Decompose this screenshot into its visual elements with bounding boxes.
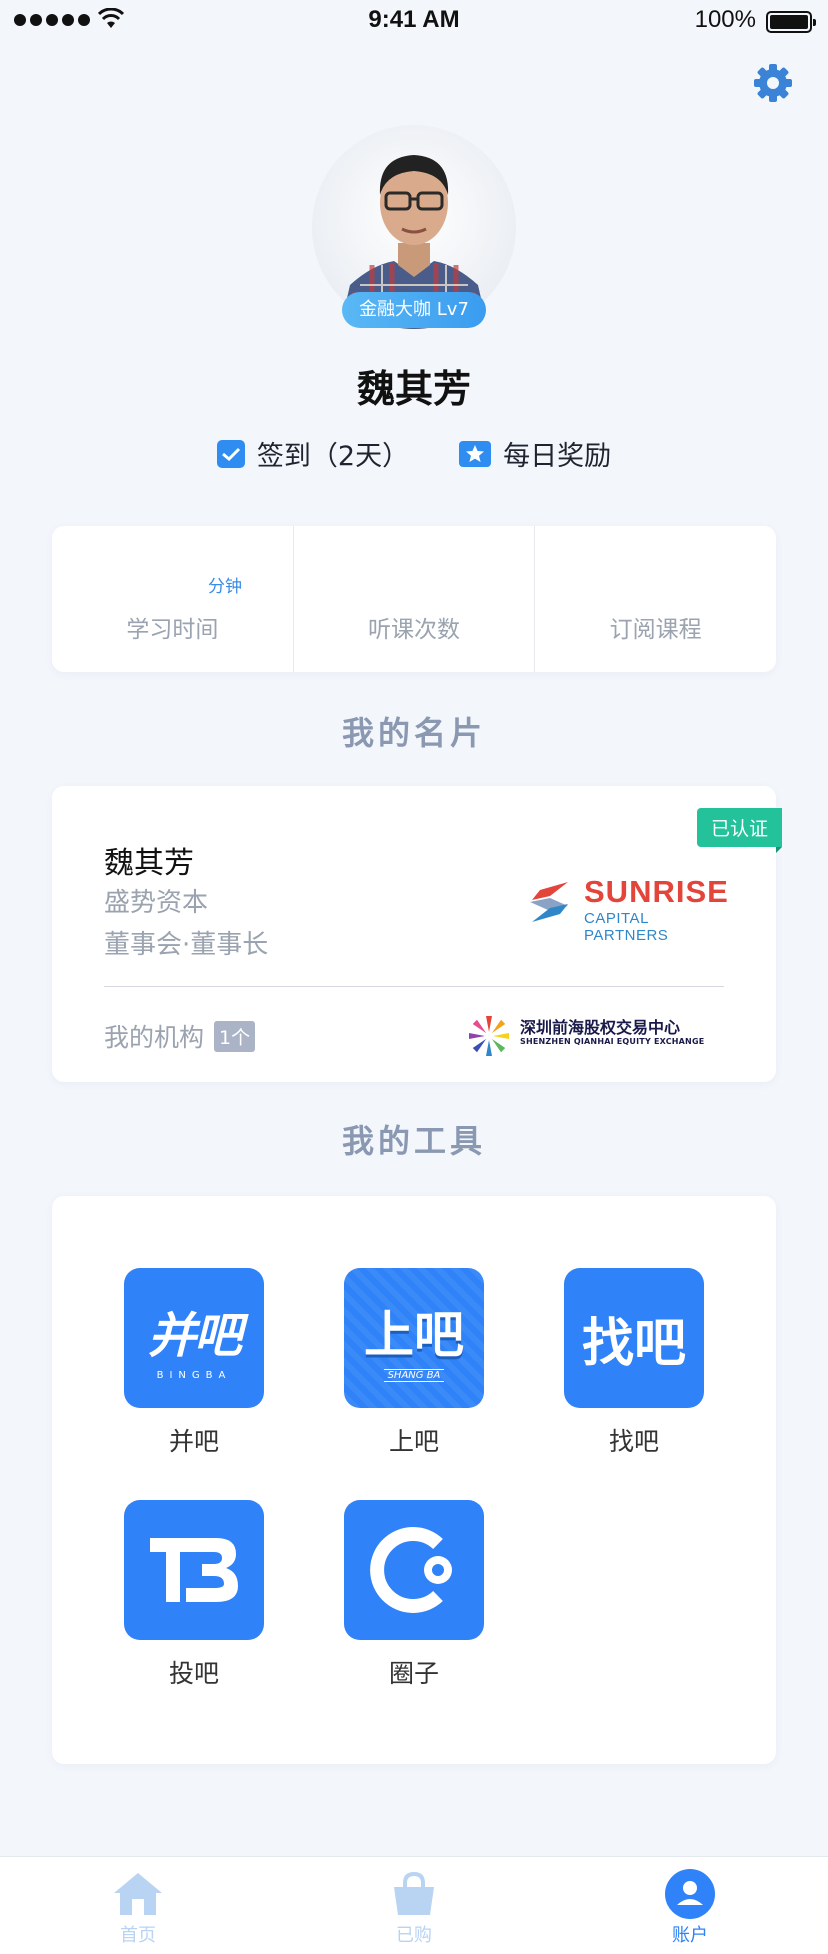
org-name-en: SHENZHEN QIANHAI EQUITY EXCHANGE (520, 1037, 705, 1046)
quanzi-logo-icon (370, 1527, 452, 1613)
battery-percent: 100% (694, 6, 756, 33)
stat-lesson-count[interactable]: 听课次数 (294, 526, 536, 672)
sunrise-logo-icon (530, 882, 568, 922)
quanzi-icon (344, 1500, 484, 1640)
org-logo: 深圳前海股权交易中心 SHENZHEN QIANHAI EQUITY EXCHA… (466, 1014, 728, 1058)
profile-actions: 签到（2天） 每日奖励 (0, 434, 828, 473)
tool-label: 圈子 (388, 1659, 439, 1688)
shangba-icon-text: 上吧 (364, 1305, 464, 1364)
zhaoba-icon: 找吧 (564, 1268, 704, 1408)
stat-study-time[interactable]: 分钟 学习时间 (52, 526, 294, 672)
tab-account[interactable]: 账户 (552, 1857, 828, 1954)
org-name: 深圳前海股权交易中心 (520, 1018, 681, 1037)
tool-bingba[interactable]: 并吧 BINGBA 并吧 (124, 1268, 264, 1458)
verified-badge: 已认证 (696, 808, 783, 853)
tab-purchased[interactable]: 已购 (276, 1857, 552, 1954)
stats-card: 分钟 学习时间 听课次数 订阅课程 (52, 526, 776, 672)
tool-zhaoba[interactable]: 找吧 找吧 (564, 1268, 704, 1458)
card-job-title: 董事会·董事长 (104, 930, 269, 960)
bingba-icon-text: 并吧 (147, 1307, 242, 1364)
tools-card: 并吧 BINGBA 并吧 上吧 SHANG BA 上吧 找吧 找吧 投吧 圈子 (52, 1196, 776, 1764)
tab-label: 首页 (120, 1925, 156, 1946)
checkin-button[interactable]: 签到（2天） (216, 434, 410, 473)
tool-label: 上吧 (388, 1427, 439, 1456)
home-icon (112, 1869, 164, 1919)
tool-label: 找吧 (608, 1427, 659, 1456)
card-company: 盛势资本 (104, 888, 209, 918)
stat-unit: 分钟 (208, 577, 242, 597)
org-count-badge: 1个 (214, 1020, 256, 1052)
logo-sub-text: CAPITAL PARTNERS (584, 910, 669, 944)
stat-label: 学习时间 (126, 617, 219, 643)
stat-label: 听课次数 (368, 617, 460, 643)
shangba-icon-sub: SHANG BA (383, 1368, 445, 1382)
tool-quanzi[interactable]: 圈子 (344, 1500, 484, 1690)
business-card[interactable]: 已认证 魏其芳 盛势资本 董事会·董事长 SUNRISE CAPITAL PAR… (52, 786, 783, 1082)
bingba-icon-sub: BINGBA (156, 1369, 232, 1381)
status-bar: 9:41 AM 100% (0, 0, 828, 44)
bingba-icon: 并吧 BINGBA (124, 1268, 264, 1408)
section-title-tools: 我的工具 (341, 1122, 486, 1160)
shangba-icon: 上吧 SHANG BA (344, 1268, 484, 1408)
divider (104, 986, 724, 987)
gear-icon[interactable] (752, 62, 794, 104)
my-org-row[interactable]: 我的机构 1个 (104, 1018, 256, 1054)
tab-home[interactable]: 首页 (0, 1857, 276, 1954)
level-badge: 金融大咖 Lv7 (342, 292, 486, 328)
zhaoba-icon-text: 找吧 (581, 1313, 686, 1374)
daily-reward-button[interactable]: 每日奖励 (459, 434, 611, 473)
checkin-label: 签到（2天） (256, 441, 410, 472)
stat-subscriptions[interactable]: 订阅课程 (535, 526, 776, 672)
stat-label: 订阅课程 (609, 617, 702, 643)
tool-label: 并吧 (168, 1427, 219, 1456)
tool-shangba[interactable]: 上吧 SHANG BA 上吧 (344, 1268, 484, 1458)
bag-icon (388, 1869, 440, 1919)
touba-logo-icon (150, 1538, 238, 1602)
company-logo: SUNRISE CAPITAL PARTNERS (528, 874, 734, 944)
card-name: 魏其芳 (104, 846, 194, 881)
touba-icon (124, 1500, 264, 1640)
tab-bar: 首页 已购 账户 (0, 1856, 828, 1954)
tool-label: 投吧 (168, 1659, 219, 1688)
star-icon (459, 440, 492, 467)
qianhai-logo-icon (469, 1016, 509, 1056)
logo-main-text: SUNRISE (584, 874, 729, 909)
checkmark-icon (216, 439, 245, 468)
user-name: 魏其芳 (356, 367, 471, 411)
tab-label: 已购 (396, 1925, 432, 1946)
battery-icon (766, 11, 816, 33)
tab-label: 账户 (672, 1925, 708, 1946)
section-title-card: 我的名片 (341, 714, 486, 752)
daily-reward-label: 每日奖励 (503, 441, 612, 472)
org-label: 我的机构 (104, 1023, 205, 1052)
tool-touba[interactable]: 投吧 (124, 1500, 264, 1690)
user-icon (664, 1869, 716, 1919)
